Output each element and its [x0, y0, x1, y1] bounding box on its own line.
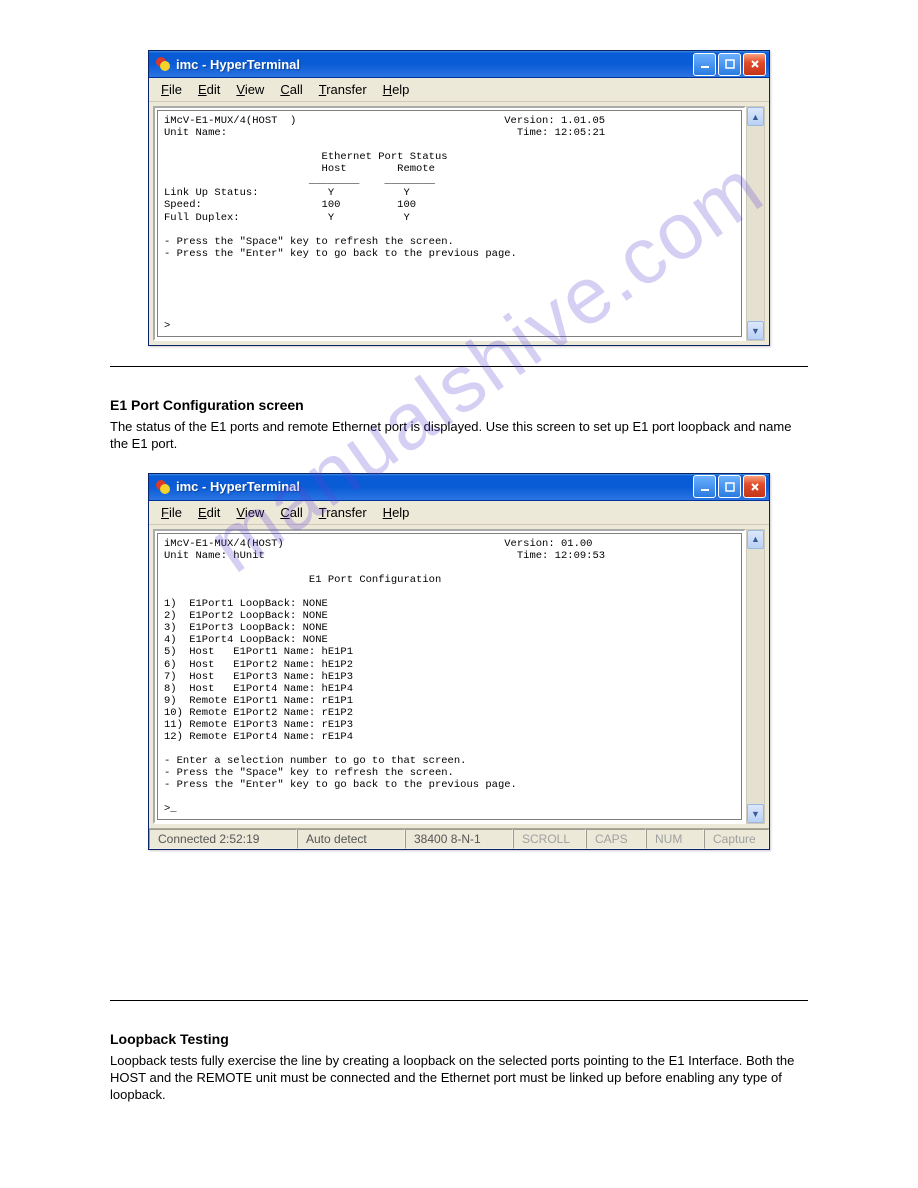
- menu-view[interactable]: View: [230, 81, 270, 98]
- window-title: imc - HyperTerminal: [176, 479, 693, 494]
- menu-call[interactable]: Call: [274, 504, 308, 521]
- menu-transfer[interactable]: Transfer: [313, 504, 373, 521]
- maximize-button[interactable]: [718, 475, 741, 498]
- menu-view[interactable]: View: [230, 504, 270, 521]
- status-scroll: SCROLL: [513, 829, 586, 849]
- close-button[interactable]: [743, 53, 766, 76]
- scroll-up-button[interactable]: ▲: [747, 107, 764, 126]
- scroll-down-button[interactable]: ▼: [747, 321, 764, 340]
- status-bar: Connected 2:52:19 Auto detect 38400 8-N-…: [149, 828, 769, 849]
- menu-call[interactable]: Call: [274, 81, 308, 98]
- status-caps: CAPS: [586, 829, 646, 849]
- scroll-down-button[interactable]: ▼: [747, 804, 764, 823]
- status-capture: Capture: [704, 829, 769, 849]
- minimize-button[interactable]: [693, 475, 716, 498]
- menu-bar: File Edit View Call Transfer Help: [149, 78, 769, 102]
- scroll-track[interactable]: [747, 549, 764, 804]
- window-title: imc - HyperTerminal: [176, 57, 693, 72]
- menu-edit[interactable]: Edit: [192, 81, 226, 98]
- status-autodetect: Auto detect: [297, 829, 405, 849]
- terminal-frame: iMcV-E1-MUX/4(HOST ) Version: 1.01.05 Un…: [153, 106, 746, 341]
- status-baud: 38400 8-N-1: [405, 829, 513, 849]
- menu-help[interactable]: Help: [377, 81, 416, 98]
- menu-help[interactable]: Help: [377, 504, 416, 521]
- divider: [110, 1000, 808, 1001]
- divider: [110, 366, 808, 367]
- vertical-scrollbar[interactable]: ▲ ▼: [746, 529, 765, 824]
- terminal-output[interactable]: iMcV-E1-MUX/4(HOST ) Version: 1.01.05 Un…: [157, 110, 742, 337]
- minimize-button[interactable]: [693, 53, 716, 76]
- section-text-1: The status of the E1 ports and remote Et…: [110, 419, 808, 453]
- section-heading-2: Loopback Testing: [110, 1031, 808, 1047]
- hyperterminal-window-1: imc - HyperTerminal File Edit View Call …: [148, 50, 770, 346]
- menu-file[interactable]: File: [155, 504, 188, 521]
- terminal-output[interactable]: iMcV-E1-MUX/4(HOST) Version: 01.00 Unit …: [157, 533, 742, 820]
- section-heading-1: E1 Port Configuration screen: [110, 397, 808, 413]
- app-icon: [155, 479, 171, 495]
- menu-bar: File Edit View Call Transfer Help: [149, 501, 769, 525]
- menu-file[interactable]: File: [155, 81, 188, 98]
- menu-edit[interactable]: Edit: [192, 504, 226, 521]
- app-icon: [155, 56, 171, 72]
- hyperterminal-window-2: imc - HyperTerminal File Edit View Call …: [148, 473, 770, 850]
- status-num: NUM: [646, 829, 704, 849]
- menu-transfer[interactable]: Transfer: [313, 81, 373, 98]
- scroll-track[interactable]: [747, 126, 764, 321]
- scroll-up-button[interactable]: ▲: [747, 530, 764, 549]
- maximize-button[interactable]: [718, 53, 741, 76]
- section-text-2: Loopback tests fully exercise the line b…: [110, 1053, 808, 1104]
- vertical-scrollbar[interactable]: ▲ ▼: [746, 106, 765, 341]
- close-button[interactable]: [743, 475, 766, 498]
- titlebar[interactable]: imc - HyperTerminal: [149, 51, 769, 78]
- titlebar[interactable]: imc - HyperTerminal: [149, 474, 769, 501]
- terminal-frame: iMcV-E1-MUX/4(HOST) Version: 01.00 Unit …: [153, 529, 746, 824]
- status-connected: Connected 2:52:19: [149, 829, 297, 849]
